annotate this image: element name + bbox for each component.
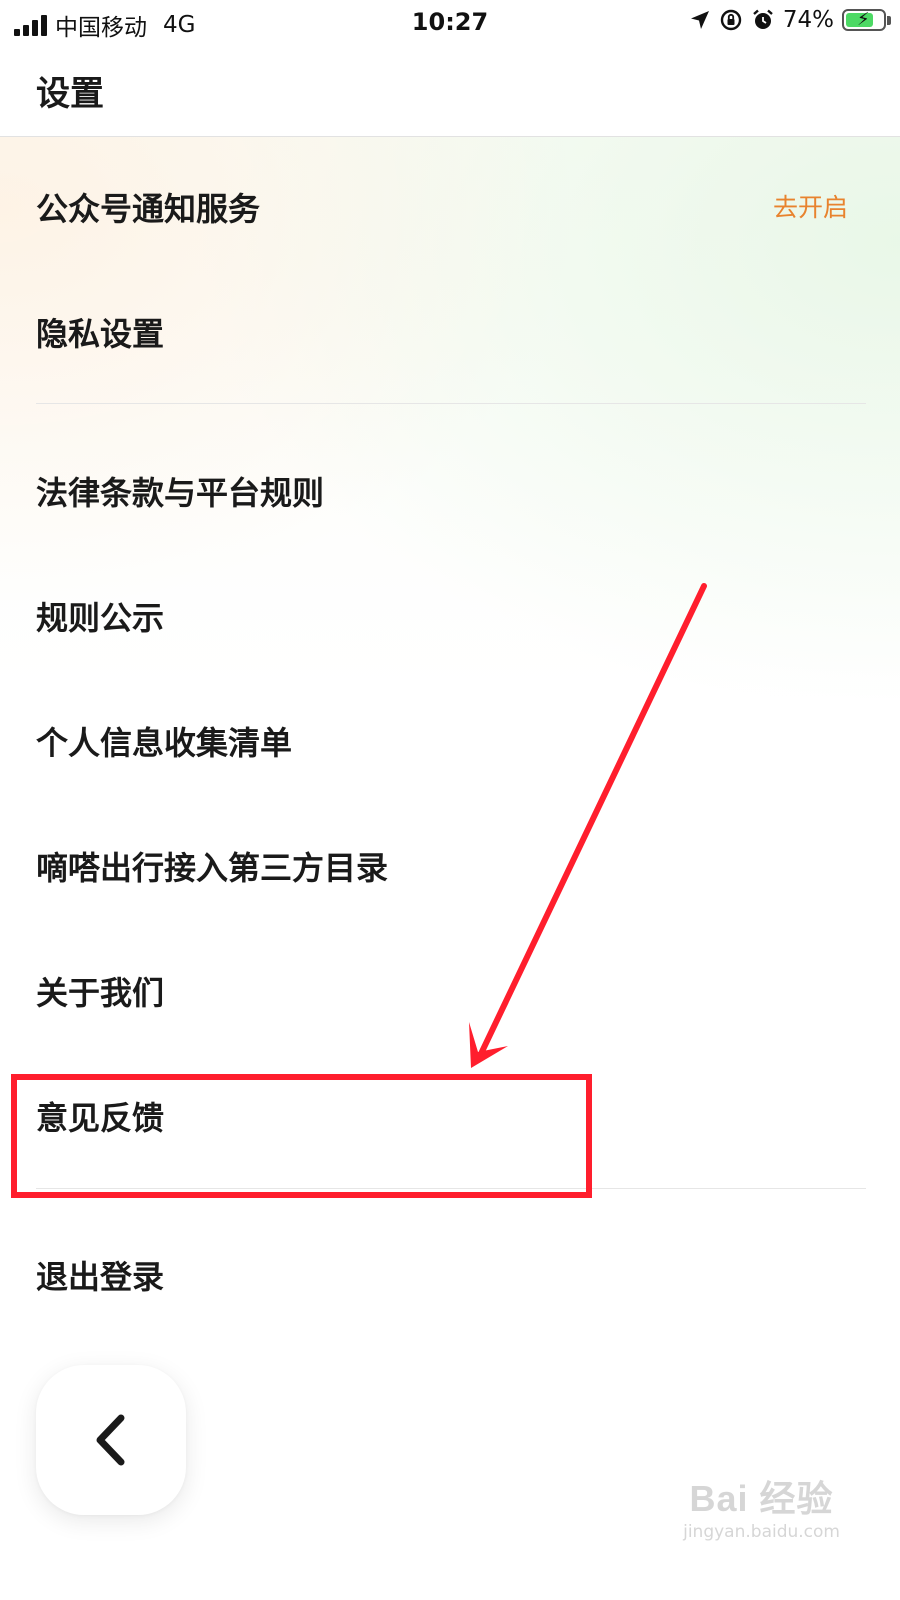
enable-link[interactable]: 去开启 — [773, 188, 848, 224]
watermark: Bai 经验 jingyan.baidu.com — [683, 1470, 840, 1542]
menu-item-label: 隐私设置 — [36, 315, 165, 353]
menu-item-logout[interactable]: 退出登录 — [0, 1240, 900, 1300]
rotation-lock-icon — [720, 9, 742, 31]
menu-item-legal-terms[interactable]: 法律条款与平台规则 — [0, 456, 900, 516]
status-right: 74% ⚡ — [689, 7, 891, 33]
battery-charging-icon: ⚡ — [842, 9, 891, 31]
menu-item-official-account-notification[interactable]: 公众号通知服务 去开启 — [0, 172, 900, 232]
battery-percent: 74% — [782, 7, 834, 33]
battery-cap — [887, 16, 891, 25]
watermark-url: jingyan.baidu.com — [683, 1522, 840, 1542]
menu-item-privacy-settings[interactable]: 隐私设置 — [0, 297, 900, 357]
menu-item-label: 规则公示 — [36, 599, 165, 637]
page-title: 设置 — [36, 74, 104, 114]
menu-item-label: 公众号通知服务 — [36, 190, 261, 228]
menu-item-third-party-directory[interactable]: 嘀嗒出行接入第三方目录 — [0, 831, 900, 891]
location-arrow-icon — [690, 11, 709, 29]
watermark-logo: Bai 经验 — [689, 1478, 834, 1519]
menu-item-rules-disclosure[interactable]: 规则公示 — [0, 581, 900, 641]
status-bar: 中国移动 4G 10:27 74% ⚡ — [0, 0, 900, 44]
menu-item-label: 个人信息收集清单 — [36, 724, 293, 762]
chevron-left-icon — [96, 1414, 125, 1466]
menu-item-label: 退出登录 — [36, 1258, 165, 1296]
menu-item-label: 法律条款与平台规则 — [36, 474, 325, 512]
menu-item-personal-info-list[interactable]: 个人信息收集清单 — [0, 706, 900, 766]
back-button[interactable] — [36, 1365, 186, 1515]
alarm-clock-icon — [753, 9, 773, 29]
bolt-icon: ⚡ — [857, 9, 870, 30]
menu-item-label: 关于我们 — [36, 974, 165, 1012]
section-divider — [36, 403, 866, 404]
menu-item-label: 嘀嗒出行接入第三方目录 — [36, 849, 389, 887]
highlight-box — [11, 1074, 592, 1198]
menu-item-about-us[interactable]: 关于我们 — [0, 956, 900, 1016]
